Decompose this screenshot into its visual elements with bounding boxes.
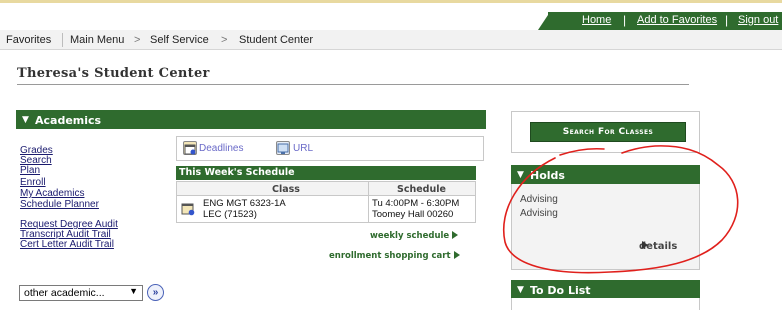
enrollment-shopping-cart-link[interactable]: enrollment shopping cart — [329, 251, 460, 261]
chevron-down-icon: ▼ — [129, 286, 138, 296]
breadcrumb-self-service[interactable]: Self Service — [150, 34, 209, 46]
link-icon — [276, 141, 290, 155]
holds-body: Advising Advising details — [511, 184, 700, 270]
top-accent-line — [0, 0, 782, 3]
holds-header[interactable]: ▼ Holds — [511, 165, 700, 184]
schedule-column-header: Schedule — [397, 184, 446, 195]
triangle-down-icon: ▼ — [22, 115, 29, 125]
hold-item: Advising — [520, 208, 558, 219]
header-links-bar: Home | Add to Favorites | Sign out — [548, 12, 782, 30]
enroll-link[interactable]: Enroll — [20, 178, 46, 188]
holds-header-label: Holds — [530, 169, 565, 182]
enrollment-shopping-cart-label: enrollment shopping cart — [329, 251, 451, 261]
my-academics-link[interactable]: My Academics — [20, 189, 84, 199]
page-title: Theresa's Student Center — [17, 66, 210, 81]
academics-header[interactable]: ▼ Academics — [16, 110, 486, 129]
breadcrumb-divider — [62, 33, 63, 47]
breadcrumb-separator: > — [134, 34, 141, 46]
triangle-down-icon: ▼ — [517, 170, 524, 180]
breadcrumb-separator: > — [221, 34, 228, 46]
triangle-right-icon — [452, 231, 459, 239]
sign-out-link[interactable]: Sign out — [738, 14, 778, 26]
deadlines-link[interactable]: Deadlines — [199, 143, 243, 154]
column-divider — [368, 182, 369, 195]
academic-tools-box: Deadlines URL — [176, 136, 484, 161]
title-divider — [17, 84, 689, 85]
triangle-right-icon — [453, 251, 460, 259]
calendar-icon[interactable] — [181, 202, 195, 216]
schedule-header-row: Class Schedule — [176, 181, 476, 196]
home-link[interactable]: Home — [582, 14, 611, 26]
add-to-favorites-link[interactable]: Add to Favorites — [637, 14, 717, 26]
calendar-icon — [183, 141, 197, 155]
other-academic-select[interactable]: other academic... ▼ — [19, 285, 143, 301]
header-separator: | — [725, 13, 729, 27]
todo-body — [511, 298, 700, 310]
double-chevron-right-icon[interactable]: » — [147, 284, 164, 301]
hold-item: Advising — [520, 194, 558, 205]
triangle-right-icon — [642, 241, 648, 249]
breadcrumb-student-center: Student Center — [239, 34, 313, 46]
academics-header-label: Academics — [35, 114, 102, 127]
plan-link[interactable]: Plan — [20, 166, 40, 176]
class-time: Tu 4:00PM - 6:30PM — [372, 198, 460, 209]
breadcrumb-main-menu[interactable]: Main Menu — [70, 34, 124, 46]
breadcrumb-favorites[interactable]: Favorites — [6, 34, 51, 46]
column-divider — [368, 196, 369, 222]
breadcrumb: Favorites Main Menu > Self Service > Stu… — [0, 30, 782, 50]
header-separator: | — [623, 13, 627, 27]
todo-header-label: To Do List — [530, 284, 591, 297]
other-academic-value: other academic... — [24, 287, 105, 299]
triangle-down-icon: ▼ — [517, 285, 524, 295]
todo-header[interactable]: ▼ To Do List — [511, 280, 700, 299]
search-for-classes-button[interactable]: Search For Classes — [530, 122, 686, 142]
class-section: LEC (71523) — [203, 209, 257, 220]
url-link[interactable]: URL — [293, 143, 313, 154]
search-for-classes-panel: Search For Classes — [511, 111, 700, 153]
weekly-schedule-link[interactable]: weekly schedule — [370, 231, 459, 241]
class-location: Toomey Hall 00260 — [372, 209, 454, 220]
class-column-header: Class — [272, 184, 300, 195]
schedule-planner-link[interactable]: Schedule Planner — [20, 200, 99, 210]
cert-letter-audit-trail-link[interactable]: Cert Letter Audit Trail — [20, 240, 114, 250]
schedule-caption: This Week's Schedule — [176, 166, 476, 180]
table-row: ENG MGT 6323-1A LEC (71523) Tu 4:00PM - … — [176, 196, 476, 223]
weekly-schedule-label: weekly schedule — [370, 231, 450, 241]
class-name: ENG MGT 6323-1A — [203, 198, 286, 209]
